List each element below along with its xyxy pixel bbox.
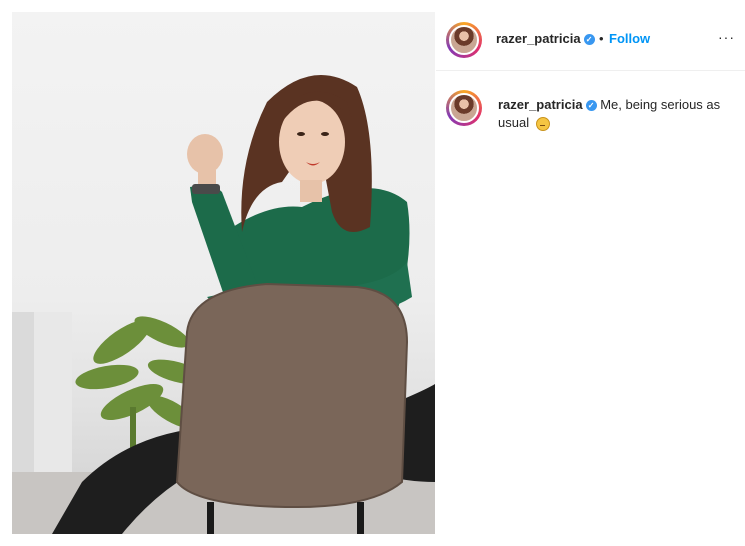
neutral-face-emoji-icon	[535, 116, 550, 131]
caption-username-link[interactable]: razer_patricia ✓	[498, 97, 597, 112]
username-link[interactable]: razer_patricia ✓	[496, 31, 595, 46]
follow-button[interactable]: Follow	[609, 31, 650, 46]
verified-badge-icon: ✓	[585, 100, 597, 112]
verified-badge-icon: ✓	[583, 34, 595, 46]
username-text: razer_patricia	[496, 31, 581, 46]
post-sidebar: razer_patricia ✓ • Follow ··· razer_patri…	[436, 12, 745, 534]
caption-username-text: razer_patricia	[498, 97, 583, 112]
avatar-image	[449, 93, 479, 123]
avatar[interactable]	[446, 22, 482, 58]
photo-illustration	[12, 75, 435, 534]
post-header: razer_patricia ✓ • Follow ···	[436, 12, 745, 71]
post-caption: razer_patricia ✓ Me, being serious as usu…	[498, 96, 728, 132]
caption-avatar[interactable]	[446, 90, 482, 126]
instagram-post: razer_patricia ✓ • Follow ··· razer_patri…	[0, 0, 745, 546]
post-photo[interactable]	[12, 12, 435, 534]
more-options-icon[interactable]: ···	[718, 29, 735, 45]
separator-dot: •	[599, 31, 604, 46]
avatar-image	[449, 25, 479, 55]
